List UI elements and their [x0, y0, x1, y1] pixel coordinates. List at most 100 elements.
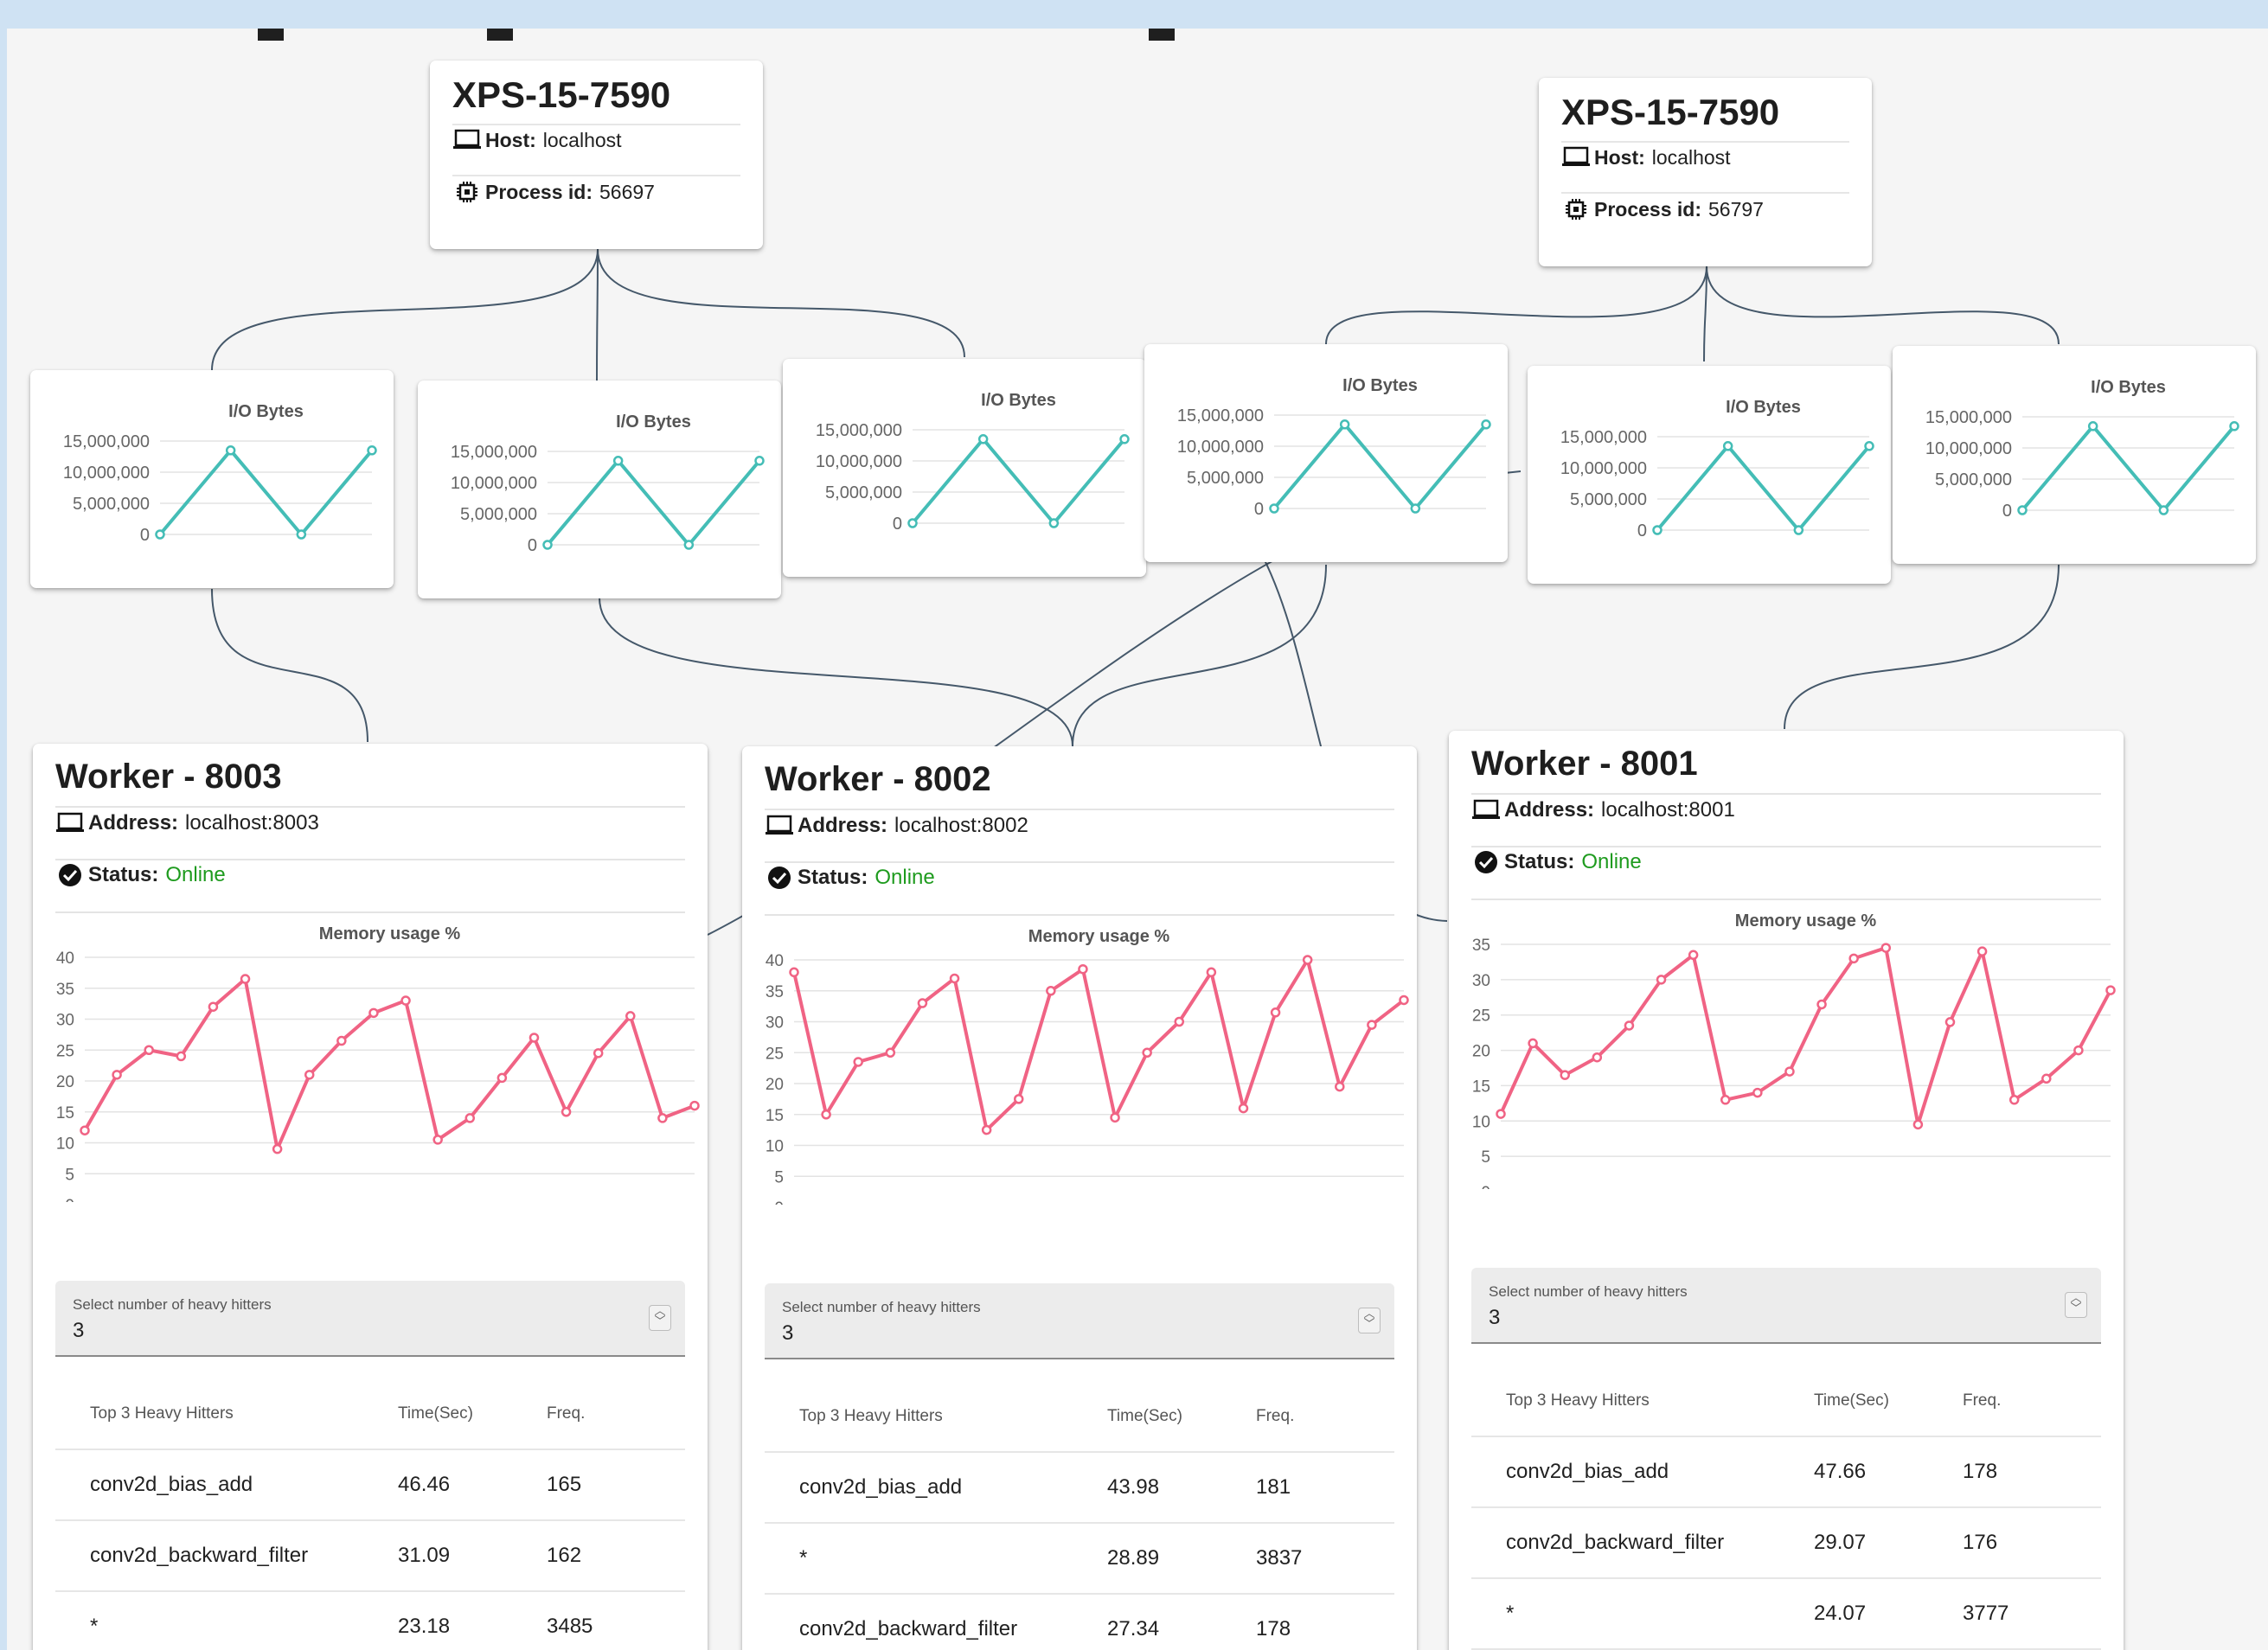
- data-point: [789, 967, 799, 978]
- header-freq[interactable]: Freq.: [1256, 1407, 1294, 1426]
- stepper-arrows-icon[interactable]: ︿ ﹀: [649, 1305, 671, 1331]
- table-row[interactable]: * 24.07 3777: [1471, 1579, 2101, 1650]
- header-freq[interactable]: Freq.: [1963, 1391, 2001, 1410]
- worker-title: Worker - 8003: [55, 758, 282, 796]
- data-point: [432, 1135, 443, 1145]
- data-point: [981, 1124, 992, 1135]
- y-tick-label: 15: [1472, 1078, 1490, 1096]
- header-heavy-hitters[interactable]: Top 3 Heavy Hitters: [799, 1407, 943, 1426]
- y-tick-label: 0: [1481, 1184, 1490, 1189]
- address-value: localhost:8003: [185, 811, 319, 835]
- y-tick-label: 10,000,000: [1925, 439, 2012, 458]
- header-heavy-hitters[interactable]: Top 3 Heavy Hitters: [1506, 1391, 1650, 1410]
- io-bytes-card[interactable]: I/O Bytes 15,000,000 10,000,000 5,000,000 0: [30, 370, 394, 588]
- edge-host1-io2: [596, 248, 599, 384]
- table-row[interactable]: conv2d_bias_add 47.66 178: [1471, 1437, 2101, 1508]
- series-line: [546, 458, 761, 547]
- worker-card[interactable]: Worker - 8003 Address: localhost:8003 St…: [33, 744, 708, 1650]
- io-bytes-card[interactable]: I/O Bytes 15,000,000 10,000,000 5,000,000 0: [1893, 346, 2256, 564]
- series-line: [2021, 424, 2236, 512]
- header-time[interactable]: Time(Sec): [1107, 1407, 1182, 1426]
- header-time[interactable]: Time(Sec): [398, 1404, 473, 1423]
- edge-io6-worker8001: [1784, 564, 2060, 730]
- data-point: [542, 540, 553, 550]
- process-id-label: Process id:: [1594, 197, 1701, 221]
- select-value: 3: [782, 1321, 794, 1345]
- data-point: [1656, 975, 1667, 985]
- y-tick-label: 15,000,000: [451, 443, 537, 462]
- cell-name: conv2d_bias_add: [799, 1475, 963, 1499]
- host-card[interactable]: XPS-15-7590 Host: localhost Process id: …: [430, 61, 763, 249]
- header-heavy-hitters[interactable]: Top 3 Heavy Hitters: [90, 1404, 234, 1423]
- host-value: localhost: [1651, 145, 1731, 169]
- table-row[interactable]: conv2d_backward_filter 29.07 176: [1471, 1508, 2101, 1579]
- y-tick-label: 35: [1472, 937, 1490, 955]
- cell-time: 23.18: [398, 1615, 451, 1638]
- chart-title: I/O Bytes: [228, 402, 304, 421]
- y-tick-label: 25: [766, 1045, 784, 1063]
- data-point: [1496, 1109, 1506, 1119]
- cell-name: conv2d_backward_filter: [799, 1617, 1018, 1640]
- io-bytes-card[interactable]: I/O Bytes 15,000,000 10,000,000 5,000,000 0: [1144, 344, 1508, 562]
- process-id-label: Process id:: [485, 180, 593, 203]
- data-point: [272, 1143, 283, 1154]
- chart-title: I/O Bytes: [616, 412, 691, 432]
- data-point: [529, 1033, 540, 1043]
- io-bytes-card[interactable]: I/O Bytes 15,000,000 10,000,000 5,000,000 0: [783, 359, 1146, 577]
- data-point: [208, 1001, 219, 1012]
- data-point: [80, 1125, 90, 1135]
- table-row[interactable]: conv2d_bias_add 46.46 165: [55, 1450, 685, 1521]
- cpu-chip-icon: [1566, 199, 1586, 220]
- header-freq[interactable]: Freq.: [547, 1404, 585, 1423]
- table-row[interactable]: * 28.89 3837: [765, 1524, 1394, 1595]
- stepper-arrows-icon[interactable]: ︿ ﹀: [2065, 1292, 2087, 1318]
- io-bytes-chart: I/O Bytes 15,000,000 10,000,000 5,000,000 0: [1560, 398, 1874, 540]
- heavy-hitters-select[interactable]: Select number of heavy hitters 3 ︿ ﹀: [1471, 1268, 2101, 1344]
- heavy-hitters-select[interactable]: Select number of heavy hitters 3 ︿ ﹀: [765, 1283, 1394, 1359]
- table-row[interactable]: conv2d_bias_add 43.98 181: [765, 1453, 1394, 1524]
- series-line: [158, 448, 374, 536]
- worker-card[interactable]: Worker - 8001 Address: localhost:8001 St…: [1449, 731, 2124, 1650]
- divider: [1471, 899, 2101, 900]
- y-tick-label: 0: [528, 536, 537, 555]
- cell-time: 46.46: [398, 1473, 451, 1496]
- cell-freq: 181: [1256, 1475, 1291, 1499]
- series-line: [1656, 444, 1871, 532]
- data-point: [977, 434, 989, 444]
- data-point: [1078, 963, 1088, 975]
- data-point: [1174, 1016, 1185, 1027]
- table-row[interactable]: conv2d_backward_filter 27.34 178: [765, 1595, 1394, 1650]
- stepper-arrows-icon[interactable]: ︿ ﹀: [1358, 1308, 1381, 1333]
- divider: [765, 861, 1394, 863]
- divider: [1561, 192, 1849, 194]
- address-label: Address:: [1504, 798, 1595, 822]
- cell-time: 29.07: [1814, 1531, 1867, 1554]
- divider: [55, 806, 685, 808]
- cell-freq: 3837: [1256, 1546, 1303, 1570]
- header-time[interactable]: Time(Sec): [1814, 1391, 1889, 1410]
- host-card[interactable]: XPS-15-7590 Host: localhost Process id: …: [1539, 78, 1872, 266]
- address-label: Address:: [88, 811, 179, 835]
- status-row: Status: Online: [765, 866, 935, 890]
- divider: [55, 911, 685, 913]
- y-tick-label: 15,000,000: [1560, 428, 1647, 447]
- check-circle-icon: [768, 867, 791, 889]
- data-point: [367, 445, 377, 456]
- table-row[interactable]: * 23.18 3485: [55, 1592, 685, 1650]
- worker-card[interactable]: Worker - 8002 Address: localhost:8002 St…: [742, 746, 1417, 1650]
- host-title: XPS-15-7590: [1561, 92, 1780, 132]
- cell-time: 47.66: [1814, 1460, 1867, 1483]
- data-point: [1720, 1095, 1731, 1105]
- series-line: [792, 958, 1406, 1132]
- cell-freq: 178: [1963, 1460, 1998, 1483]
- io-bytes-card[interactable]: I/O Bytes 15,000,000 10,000,000 5,000,000 0: [418, 381, 781, 598]
- table-row[interactable]: conv2d_backward_filter 31.09 162: [55, 1521, 685, 1592]
- address-value: localhost:8002: [894, 814, 1028, 837]
- data-point: [464, 1113, 476, 1123]
- status-value: Online: [875, 866, 935, 889]
- y-tick-label: 10,000,000: [1177, 438, 1264, 457]
- io-bytes-card[interactable]: I/O Bytes 15,000,000 10,000,000 5,000,000 0: [1528, 366, 1891, 584]
- heavy-hitters-select[interactable]: Select number of heavy hitters 3 ︿ ﹀: [55, 1281, 685, 1357]
- status-label: Status:: [1504, 850, 1575, 873]
- status-row: Status: Online: [55, 863, 226, 887]
